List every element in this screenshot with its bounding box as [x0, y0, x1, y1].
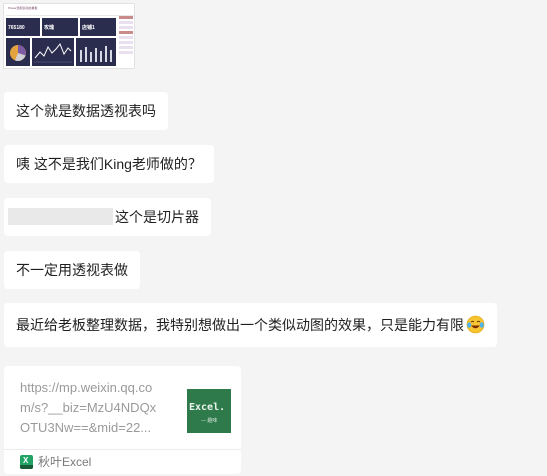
cover-text: Excel.: [189, 402, 226, 413]
line-chart-icon: [34, 43, 72, 63]
laughing-tears-emoji-icon: [466, 315, 485, 334]
article-cover-image: Excel. — 趣味: [187, 389, 231, 433]
cover-subtext: — 趣味: [201, 418, 218, 424]
message-text: 这个就是数据透视表吗: [16, 103, 156, 119]
thumbnail-kpi-value: 店铺1: [82, 25, 95, 31]
article-url-line: OTU3Nw==&mid=22...: [20, 420, 152, 435]
thumbnail-line-panel: [32, 38, 74, 66]
chat-panel: Power透视表动态看板 765180 攻瑰 店铺1 这个就是数据透视表吗 咦 …: [0, 0, 547, 476]
thumbnail-kpi-value: 765180: [8, 25, 25, 31]
thumbnail-tab-strip: [6, 12, 134, 16]
thumbnail-kpi-card: 765180: [6, 18, 40, 36]
excel-app-icon: X: [20, 455, 33, 469]
shared-article-card[interactable]: https://mp.weixin.qq.co m/s?__biz=MzU4ND…: [4, 366, 241, 474]
message-bubble[interactable]: 最近给老板整理数据，我特别想做出一个类似动图的效果，只是能力有限: [4, 303, 497, 347]
article-url: https://mp.weixin.qq.co m/s?__biz=MzU4ND…: [20, 378, 170, 438]
thumbnail-slicer: [118, 14, 134, 68]
message-text: 不一定用透视表做: [16, 262, 128, 278]
message-bubble[interactable]: 不一定用透视表做: [4, 251, 140, 289]
message-bubble[interactable]: 这个是切片器: [4, 198, 211, 236]
message-text: 咦 这不是我们King老师做的？: [16, 156, 202, 172]
bar-chart-icon: [80, 46, 112, 62]
message-text: 最近给老板整理数据，我特别想做出一个类似动图的效果，只是能力有限: [16, 317, 464, 333]
card-divider: [4, 449, 241, 450]
redacted-region: [8, 208, 113, 225]
excel-icon-letter: X: [23, 456, 29, 465]
message-bubble[interactable]: 这个就是数据透视表吗: [4, 92, 168, 130]
article-url-line: https://mp.weixin.qq.co: [20, 380, 153, 395]
message-bubble[interactable]: 咦 这不是我们King老师做的？: [4, 145, 214, 183]
thumbnail-title: Power透视表动态看板: [8, 6, 38, 10]
thumbnail-kpi-card: 店铺1: [80, 18, 116, 36]
pie-chart-icon: [10, 45, 26, 61]
thumbnail-pie-panel: [6, 38, 30, 66]
source-account-name: 秋叶Excel: [38, 455, 92, 469]
article-url-line: m/s?__biz=MzU4NDQx: [20, 400, 157, 415]
thumbnail-bar-panel: [76, 38, 116, 66]
dashboard-screenshot-thumbnail[interactable]: Power透视表动态看板 765180 攻瑰 店铺1: [3, 3, 135, 69]
thumbnail-kpi-value: 攻瑰: [44, 25, 55, 31]
thumbnail-kpi-card: 攻瑰: [42, 18, 78, 36]
message-text: 这个是切片器: [115, 209, 199, 225]
